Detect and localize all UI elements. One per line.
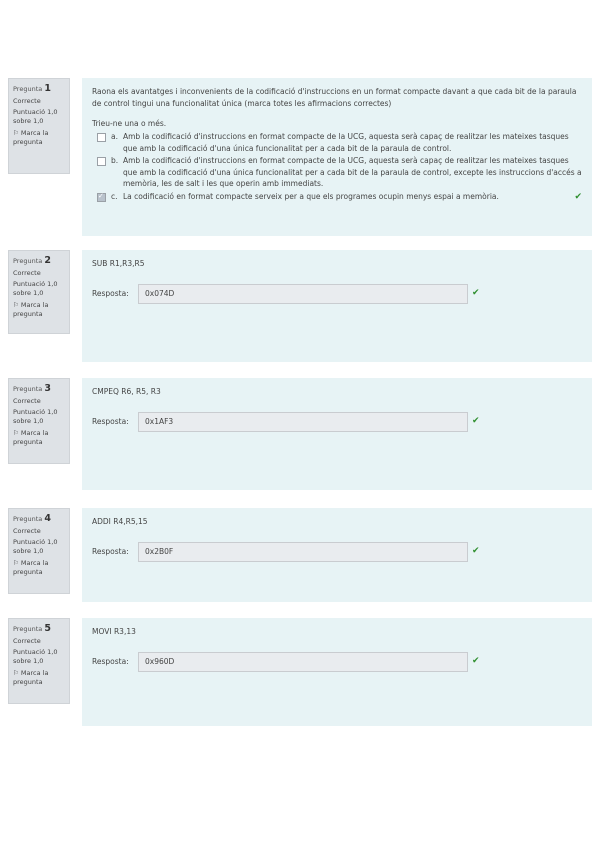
option-letter: a. — [111, 131, 118, 141]
flag-question-link[interactable]: ⚐ Marca la pregunta — [13, 669, 65, 687]
flag-icon: ⚐ — [13, 668, 19, 677]
option-letter: c. — [111, 192, 118, 201]
question-number: Pregunta 3 — [13, 383, 51, 394]
flag-icon: ⚐ — [13, 300, 19, 309]
question-score: Puntuació 1,0 sobre 1,0 — [13, 408, 58, 426]
question-info: Pregunta 3 Correcte Puntuació 1,0 sobre … — [8, 378, 70, 464]
flag-question-link[interactable]: ⚐ Marca la pregunta — [13, 429, 65, 447]
answer-input[interactable]: 0x1AF3 — [138, 411, 468, 432]
question-content: MOVI R3,13 Resposta: 0x960D ✔ — [82, 618, 592, 726]
question-content: ADDI R4,R5,15 Resposta: 0x2B0F ✔ — [82, 508, 592, 602]
answer-label: Resposta: — [92, 288, 129, 298]
correct-check-icon: ✔ — [472, 655, 480, 666]
question-state: Correcte — [13, 269, 41, 278]
question-info: Pregunta 1 Correcte Puntuació 1,0 sobre … — [8, 78, 70, 174]
question-text: ADDI R4,R5,15 — [92, 517, 148, 526]
question-number: Pregunta 2 — [13, 255, 51, 266]
answer-option-b[interactable]: b. Amb la codificació d'instruccions en … — [92, 155, 582, 190]
question-info: Pregunta 2 Correcte Puntuació 1,0 sobre … — [8, 250, 70, 334]
flag-question-link[interactable]: ⚐ Marca la pregunta — [13, 129, 65, 147]
flag-icon: ⚐ — [13, 428, 19, 437]
option-checkbox[interactable] — [97, 132, 106, 142]
option-checkbox[interactable] — [97, 191, 106, 202]
flag-icon: ⚐ — [13, 128, 19, 137]
answer-label: Resposta: — [92, 416, 129, 426]
question-score: Puntuació 1,0 sobre 1,0 — [13, 108, 58, 126]
question-state: Correcte — [13, 527, 41, 536]
correct-check-icon: ✔ — [472, 415, 480, 426]
answer-row: Resposta: 0x074D ✔ — [92, 283, 582, 304]
answer-input[interactable]: 0x074D — [138, 283, 468, 304]
option-text: Amb la codificació d'instruccions en for… — [123, 156, 582, 189]
option-text: La codificació en format compacte servei… — [123, 192, 499, 201]
question-text: CMPEQ R6, R5, R3 — [92, 387, 161, 396]
answer-option-c[interactable]: c. La codificació en format compacte ser… — [92, 191, 582, 205]
question-info: Pregunta 5 Correcte Puntuació 1,0 sobre … — [8, 618, 70, 704]
question-prompt: Trieu-ne una o més. — [92, 119, 167, 129]
answer-input[interactable]: 0x960D — [138, 651, 468, 672]
answer-label: Resposta: — [92, 656, 129, 666]
question-score: Puntuació 1,0 sobre 1,0 — [13, 648, 58, 666]
question-score: Puntuació 1,0 sobre 1,0 — [13, 280, 58, 298]
answer-option-a[interactable]: a. Amb la codificació d'instruccions en … — [92, 131, 582, 154]
answer-input[interactable]: 0x2B0F — [138, 541, 468, 562]
question-number: Pregunta 4 — [13, 513, 51, 524]
option-text: Amb la codificació d'instruccions en for… — [123, 131, 569, 153]
flag-question-link[interactable]: ⚐ Marca la pregunta — [13, 301, 65, 319]
question-state: Correcte — [13, 97, 41, 106]
question-number: Pregunta 1 — [13, 83, 51, 94]
question-state: Correcte — [13, 397, 41, 406]
question-content: SUB R1,R3,R5 Resposta: 0x074D ✔ — [82, 250, 592, 362]
question-text: MOVI R3,13 — [92, 627, 136, 636]
answer-row: Resposta: 0x2B0F ✔ — [92, 541, 582, 562]
question-number: Pregunta 5 — [13, 623, 51, 634]
correct-check-icon: ✔ — [472, 287, 480, 298]
question-content: CMPEQ R6, R5, R3 Resposta: 0x1AF3 ✔ — [82, 378, 592, 490]
question-state: Correcte — [13, 637, 41, 646]
answer-row: Resposta: 0x1AF3 ✔ — [92, 411, 582, 432]
answer-label: Resposta: — [92, 546, 129, 556]
correct-check-icon: ✔ — [472, 545, 480, 556]
question-text: Raona els avantatges i inconvenients de … — [92, 87, 577, 108]
option-checkbox[interactable] — [97, 157, 106, 167]
question-content: Raona els avantatges i inconvenients de … — [82, 78, 592, 236]
flag-question-link[interactable]: ⚐ Marca la pregunta — [13, 559, 65, 577]
correct-check-icon: ✔ — [574, 192, 582, 202]
question-text: SUB R1,R3,R5 — [92, 259, 145, 268]
option-letter: b. — [111, 156, 119, 166]
answer-row: Resposta: 0x960D ✔ — [92, 651, 582, 672]
flag-icon: ⚐ — [13, 558, 19, 567]
question-score: Puntuació 1,0 sobre 1,0 — [13, 538, 58, 556]
question-info: Pregunta 4 Correcte Puntuació 1,0 sobre … — [8, 508, 70, 594]
